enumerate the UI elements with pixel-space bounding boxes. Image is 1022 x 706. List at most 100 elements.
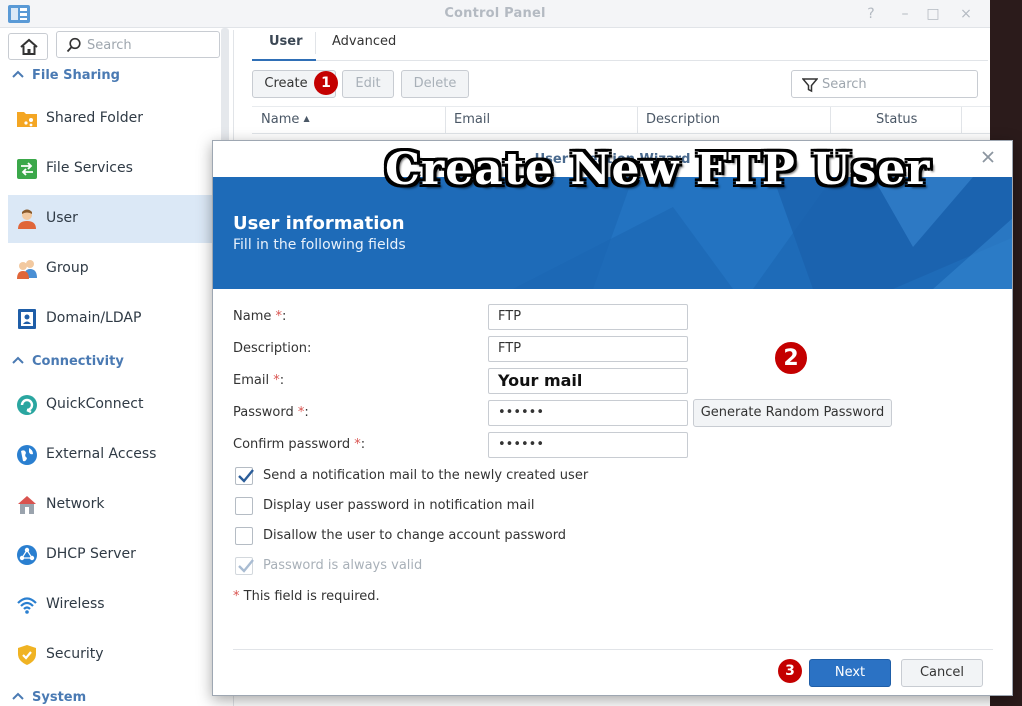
confirm-password-label: Confirm password *: — [233, 437, 366, 452]
sidebar: Search File Sharing Shared Folder File S… — [0, 28, 230, 706]
required-star: * — [273, 373, 280, 388]
help-button[interactable]: ? — [861, 4, 881, 24]
column-separator[interactable] — [445, 107, 446, 134]
chevron-up-icon — [12, 68, 26, 83]
category-file-sharing[interactable]: File Sharing — [12, 68, 120, 83]
column-separator[interactable] — [830, 107, 831, 134]
sidebar-item-label: DHCP Server — [46, 546, 136, 562]
create-button-label: Create — [264, 76, 308, 91]
category-system[interactable]: System — [12, 690, 86, 705]
email-field[interactable]: Your mail — [488, 368, 688, 394]
overlay-caption: Create New FTP User — [385, 144, 931, 195]
sidebar-item-label: Group — [46, 260, 89, 276]
chevron-up-icon — [12, 690, 26, 705]
sidebar-item-security[interactable]: Security — [8, 631, 222, 679]
chevron-up-icon — [12, 354, 26, 369]
tab-separator — [315, 32, 316, 54]
domain-ldap-icon — [18, 309, 36, 329]
close-icon — [982, 151, 994, 163]
sidebar-search-input[interactable]: Search — [56, 31, 220, 58]
step-marker-2: 2 — [774, 341, 808, 375]
description-label: Description: — [233, 341, 312, 356]
send-notification-checkbox[interactable] — [235, 467, 254, 485]
sidebar-search-placeholder: Search — [87, 38, 132, 53]
shared-folder-icon — [17, 112, 37, 127]
next-button[interactable]: Next — [809, 659, 891, 687]
sidebar-item-network[interactable]: Network — [8, 481, 222, 529]
tab-advanced[interactable]: Advanced — [332, 34, 396, 49]
minimize-button[interactable]: – — [895, 4, 915, 24]
category-label: System — [32, 690, 87, 705]
shield-icon — [18, 645, 36, 665]
close-window-button[interactable]: × — [956, 4, 976, 24]
display-password-checkbox[interactable] — [235, 497, 253, 515]
password-label-text: Password — [233, 405, 294, 420]
confirm-password-field[interactable]: •••••• — [488, 432, 688, 458]
dialog-heading: User information — [233, 213, 405, 234]
home-icon — [20, 38, 38, 55]
column-separator[interactable] — [961, 107, 962, 134]
category-connectivity[interactable]: Connectivity — [12, 354, 124, 369]
sidebar-item-external-access[interactable]: External Access — [8, 431, 222, 479]
checkbox-label: Display user password in notification ma… — [263, 498, 535, 513]
user-icon — [18, 209, 36, 229]
column-header-name[interactable]: Name ▲ — [261, 112, 310, 127]
home-button[interactable] — [8, 33, 48, 60]
step-marker-1: 1 — [314, 71, 338, 95]
sidebar-item-label: File Services — [46, 160, 133, 176]
email-label: Email *: — [233, 373, 285, 388]
checkmark-icon — [238, 559, 254, 573]
sidebar-item-label: Network — [46, 496, 105, 512]
sort-ascending-icon: ▲ — [303, 114, 310, 123]
cancel-button[interactable]: Cancel — [901, 659, 983, 687]
checkbox-label: Disallow the user to change account pass… — [263, 528, 567, 543]
email-label-text: Email — [233, 373, 270, 388]
dialog-subheading: Fill in the following fields — [233, 237, 406, 253]
sidebar-item-group[interactable]: Group — [8, 245, 222, 293]
name-label-text: Name — [233, 309, 272, 324]
password-label: Password *: — [233, 405, 309, 420]
category-label: Connectivity — [32, 354, 124, 369]
sidebar-item-wireless[interactable]: Wireless — [8, 581, 222, 629]
create-user-wizard-dialog: User Creation Wizard User information Fi… — [212, 140, 1013, 696]
sidebar-item-label: Security — [46, 646, 104, 662]
sidebar-item-shared-folder[interactable]: Shared Folder — [8, 95, 222, 143]
sidebar-item-label: Wireless — [46, 596, 105, 612]
maximize-button[interactable]: □ — [923, 4, 943, 24]
search-icon — [66, 37, 81, 53]
name-field[interactable]: FTP — [488, 304, 688, 330]
dialog-close-button[interactable] — [978, 149, 998, 169]
generate-random-password-button[interactable]: Generate Random Password — [693, 399, 892, 427]
category-label: File Sharing — [32, 68, 120, 83]
column-header-status[interactable]: Status — [876, 112, 917, 127]
confirm-password-label-text: Confirm password — [233, 437, 351, 452]
checkbox-label: Send a notification mail to the newly cr… — [263, 468, 589, 483]
user-search-input[interactable]: Search — [791, 70, 978, 98]
column-header-description[interactable]: Description — [646, 112, 720, 127]
tab-user[interactable]: User — [269, 34, 303, 49]
checkmark-icon — [238, 469, 254, 483]
sidebar-item-label: User — [46, 210, 78, 226]
delete-button[interactable]: Delete — [401, 70, 469, 98]
required-star: * — [354, 437, 361, 452]
password-field[interactable]: •••••• — [488, 400, 688, 426]
dialog-footer-divider — [233, 649, 993, 650]
column-name-label: Name — [261, 112, 300, 127]
sidebar-item-domain-ldap[interactable]: Domain/LDAP — [8, 295, 222, 343]
column-separator[interactable] — [637, 107, 638, 134]
required-star: * — [297, 405, 305, 420]
filter-icon — [802, 78, 818, 93]
dhcp-server-icon — [17, 545, 37, 565]
column-header-email[interactable]: Email — [454, 112, 490, 127]
sidebar-item-label: Shared Folder — [46, 110, 144, 126]
name-label: Name *: — [233, 309, 287, 324]
description-field[interactable]: FTP — [488, 336, 688, 362]
sidebar-item-quickconnect[interactable]: QuickConnect — [8, 381, 222, 429]
password-always-valid-checkbox[interactable] — [235, 557, 254, 575]
disallow-password-change-checkbox[interactable] — [235, 527, 253, 545]
sidebar-item-file-services[interactable]: File Services — [8, 145, 222, 193]
user-search-placeholder: Search — [822, 77, 867, 92]
sidebar-item-user[interactable]: User — [8, 195, 222, 243]
sidebar-item-dhcp-server[interactable]: DHCP Server — [8, 531, 222, 579]
edit-button[interactable]: Edit — [342, 70, 394, 98]
